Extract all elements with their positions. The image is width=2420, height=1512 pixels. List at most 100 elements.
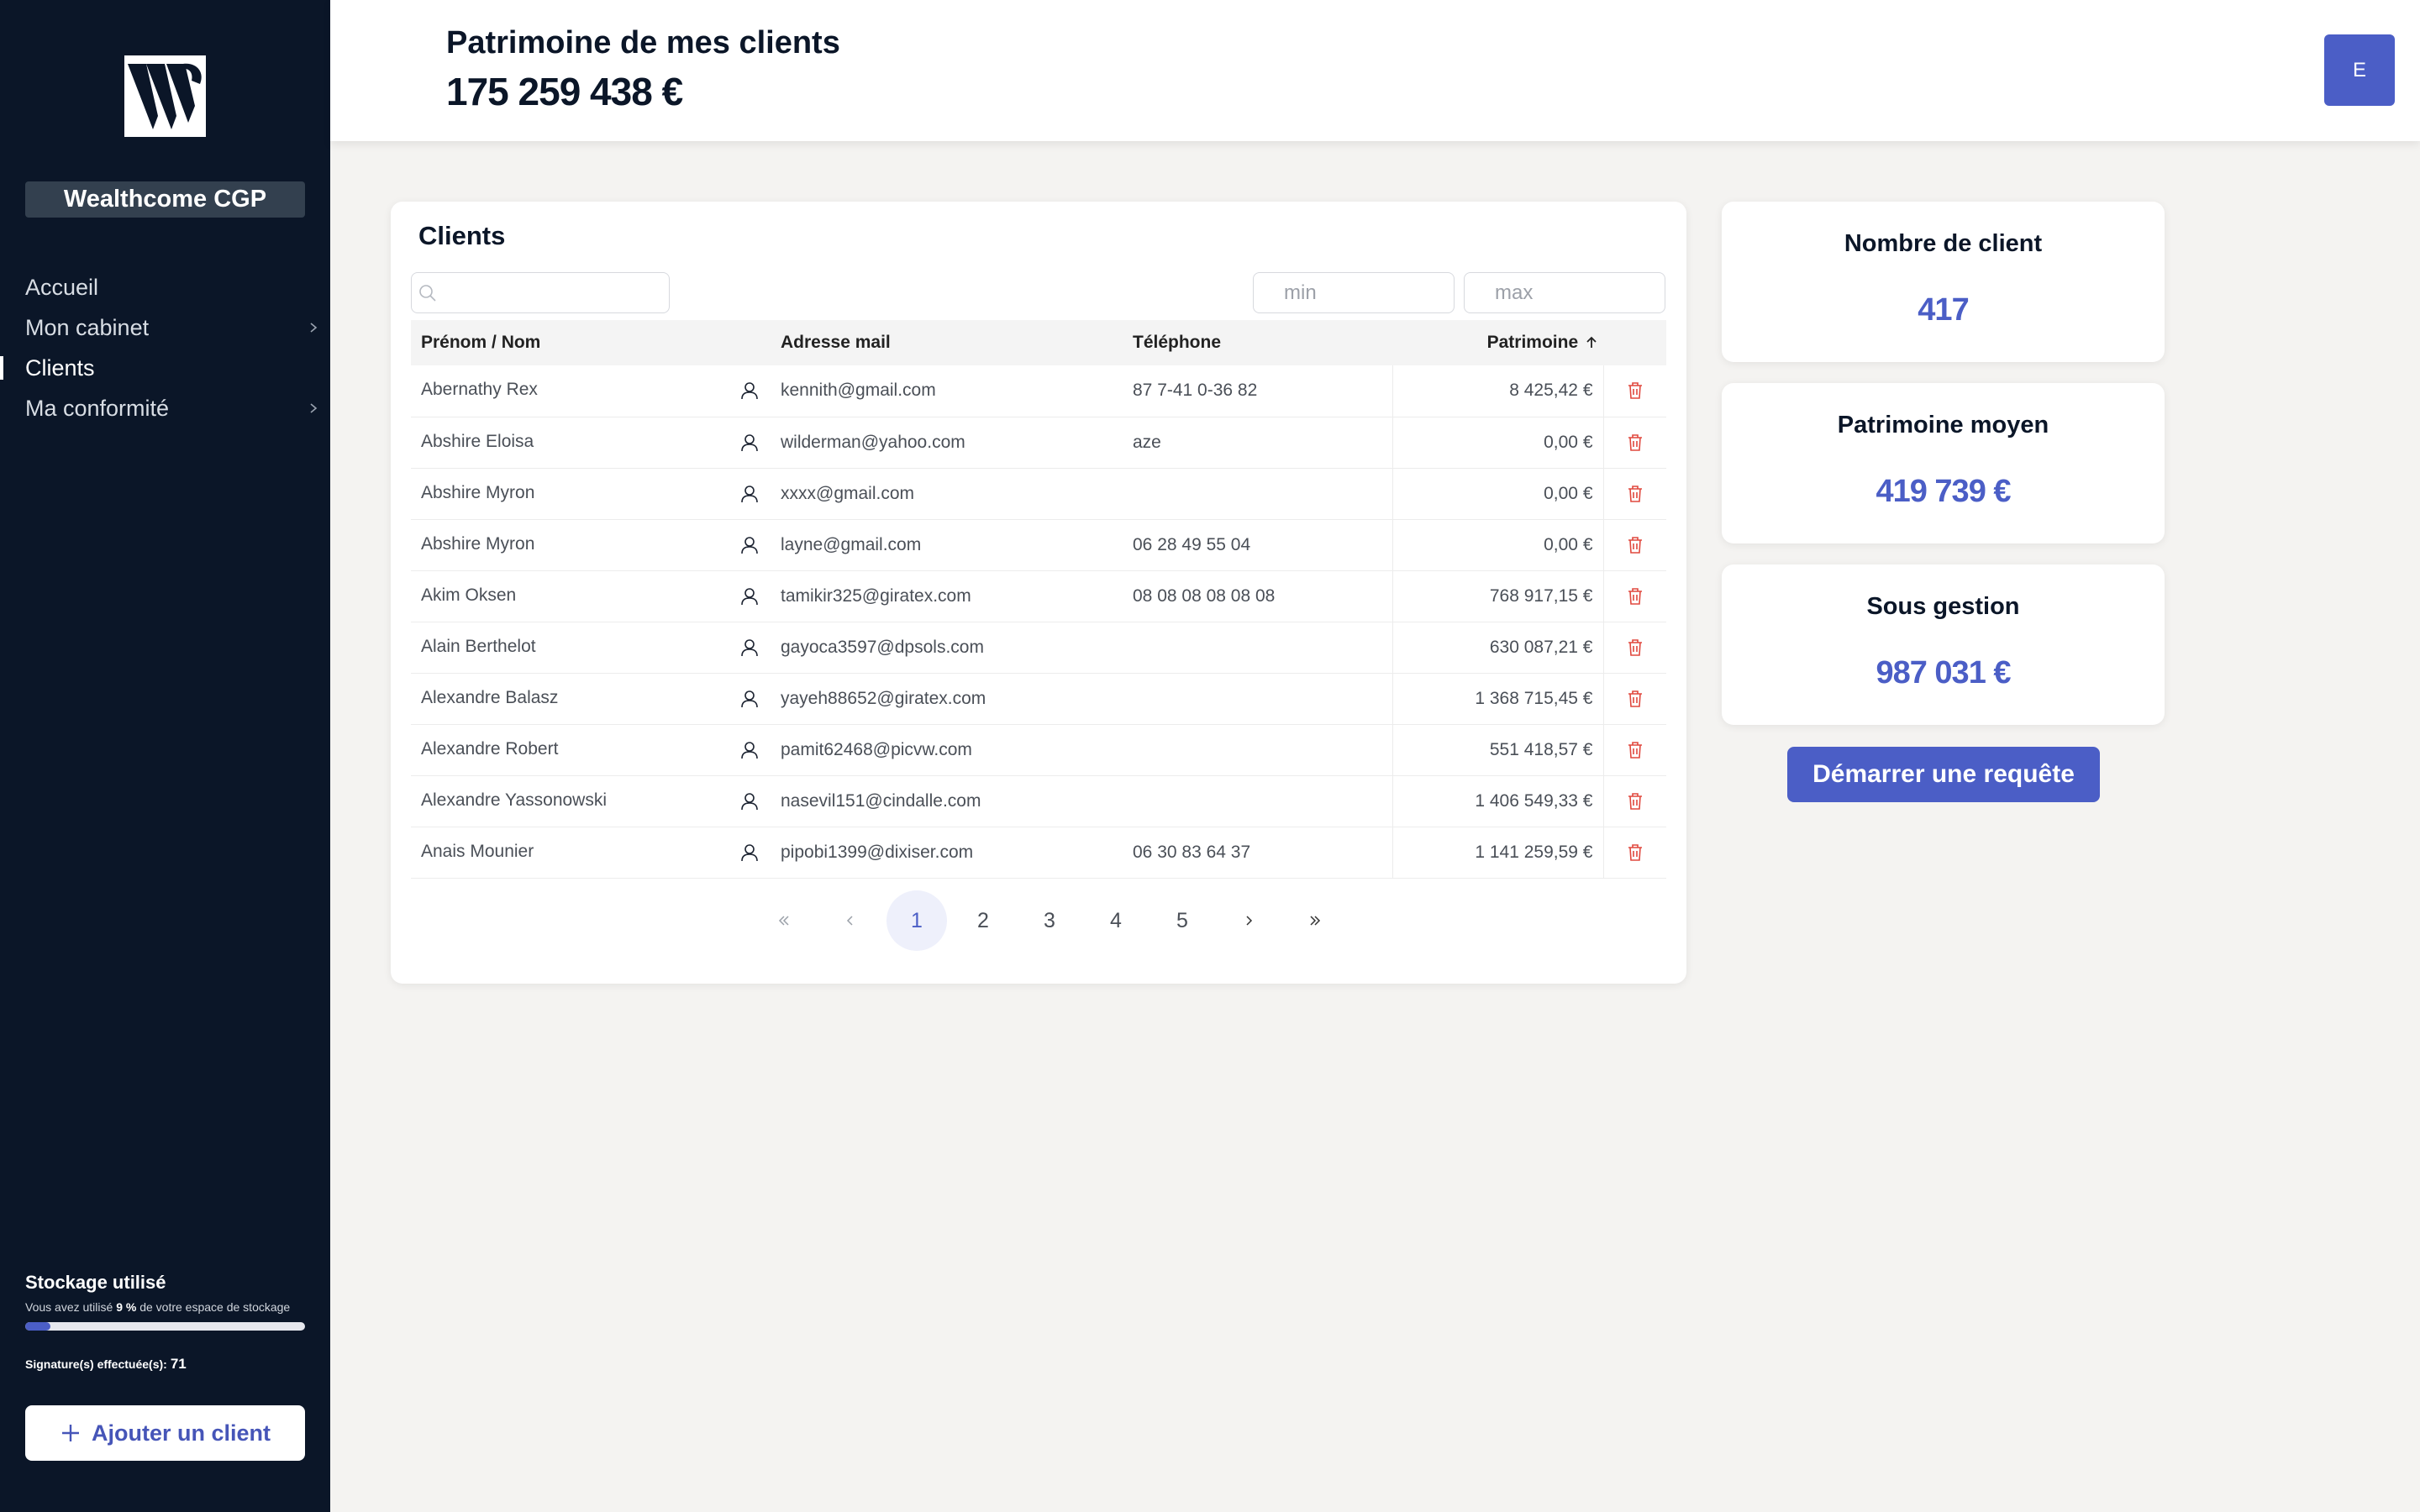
column-header-patrimoine-label: Patrimoine <box>1486 333 1579 352</box>
sidebar-item-accueil[interactable]: Accueil <box>0 267 330 307</box>
column-header-patrimoine[interactable]: Patrimoine <box>1392 320 1603 365</box>
stat-card-under-management: Sous gestion 987 031 € <box>1722 564 2165 725</box>
column-header-name[interactable]: Prénom / Nom <box>411 320 729 365</box>
client-patrimoine: 1 406 549,33 € <box>1392 775 1604 827</box>
table-row[interactable]: Alain Berthelot gayoca3597@dpsols.com 630 … <box>411 622 1666 673</box>
client-name[interactable]: Abshire Myron <box>411 468 729 519</box>
page-header: Patrimoine de mes clients 175 259 438 € … <box>330 0 2420 141</box>
search-field[interactable] <box>411 272 670 313</box>
page-button[interactable]: 1 <box>886 890 947 951</box>
start-request-button[interactable]: Démarrer une requête <box>1787 747 2100 802</box>
trash-icon[interactable] <box>1603 775 1666 827</box>
page-button[interactable]: 3 <box>1019 890 1080 951</box>
client-phone <box>1123 724 1393 775</box>
client-name[interactable]: Abshire Myron <box>411 519 729 570</box>
client-name[interactable]: Alexandre Balasz <box>411 673 729 724</box>
table-row[interactable]: Abshire Myron layne@gmail.com 06 28 49 55 … <box>411 519 1666 570</box>
table-row[interactable]: Anais Mounier pipobi1399@dixiser.com 06 30… <box>411 827 1666 878</box>
stat-label: Nombre de client <box>1844 230 2043 257</box>
avatar[interactable]: E <box>2324 34 2395 106</box>
user-icon[interactable] <box>729 673 771 724</box>
user-icon[interactable] <box>729 365 771 417</box>
page-button[interactable]: 2 <box>953 890 1013 951</box>
trash-icon[interactable] <box>1603 827 1666 878</box>
trash-icon[interactable] <box>1603 468 1666 519</box>
client-name[interactable]: Abshire Eloisa <box>411 417 729 468</box>
column-header-email[interactable]: Adresse mail <box>771 320 1123 365</box>
user-icon[interactable] <box>729 417 771 468</box>
client-name[interactable]: Alain Berthelot <box>411 622 729 673</box>
client-email: kennith@gmail.com <box>781 381 936 401</box>
sidebar-item-mon-cabinet[interactable]: Mon cabinet <box>0 307 330 348</box>
plus-icon <box>61 1425 79 1441</box>
chevron-right-icon <box>305 388 322 428</box>
user-icon[interactable] <box>729 827 771 878</box>
chevron-right-icon <box>1246 916 1253 926</box>
sidebar-item-label: Mon cabinet <box>25 315 150 340</box>
user-icon[interactable] <box>729 519 771 570</box>
trash-icon[interactable] <box>1603 417 1666 468</box>
stat-card-average-patrimoine: Patrimoine moyen 419 739 € <box>1722 383 2165 543</box>
table-header-row: Prénom / Nom Adresse mail Téléphone Patr… <box>411 320 1666 365</box>
w-logo-icon[interactable] <box>124 55 206 137</box>
add-client-button[interactable]: Ajouter un client <box>25 1405 305 1461</box>
table-row[interactable]: Alexandre Robert pamit62468@picvw.com 551 … <box>411 724 1666 775</box>
storage-title: Stockage utilisé <box>25 1272 166 1293</box>
stat-value: 417 <box>1918 292 1969 328</box>
table-row[interactable]: Abshire Myron xxxx@gmail.com 0,00 € <box>411 468 1666 519</box>
previous-page-button[interactable] <box>820 890 881 951</box>
storage-desc-prefix: Vous avez utilisé <box>25 1300 113 1314</box>
client-name[interactable]: Alexandre Robert <box>411 724 729 775</box>
sidebar-item-ma-conformite[interactable]: Ma conformité <box>0 388 330 428</box>
client-name[interactable]: Anais Mounier <box>411 827 729 878</box>
pagination: 1 2 3 4 5 <box>754 890 1351 951</box>
client-patrimoine: 0,00 € <box>1392 417 1604 468</box>
client-phone <box>1123 622 1393 673</box>
patrimoine-min-input[interactable] <box>1253 272 1455 313</box>
user-icon[interactable] <box>729 570 771 622</box>
arrow-up-icon <box>1586 337 1597 349</box>
client-email: nasevil151@cindalle.com <box>781 790 981 811</box>
trash-icon[interactable] <box>1603 365 1666 417</box>
page-button[interactable]: 4 <box>1086 890 1146 951</box>
client-name[interactable]: Akim Oksen <box>411 570 729 622</box>
total-patrimoine: 175 259 438 € <box>446 70 683 113</box>
stat-card-client-count: Nombre de client 417 <box>1722 202 2165 362</box>
client-name[interactable]: Abernathy Rex <box>411 365 729 417</box>
first-page-button[interactable] <box>754 890 814 951</box>
brand-name: Wealthcome CGP <box>25 181 305 218</box>
table-row[interactable]: Alexandre Balasz yayeh88652@giratex.com 1 … <box>411 673 1666 724</box>
user-icon[interactable] <box>729 775 771 827</box>
page-title: Patrimoine de mes clients <box>446 25 840 60</box>
client-email: wilderman@yahoo.com <box>781 432 965 452</box>
client-phone <box>1123 468 1393 519</box>
column-header-blank <box>729 320 771 365</box>
page-button[interactable]: 5 <box>1152 890 1213 951</box>
trash-icon[interactable] <box>1603 673 1666 724</box>
trash-icon[interactable] <box>1603 519 1666 570</box>
stat-value: 987 031 € <box>1876 655 2011 690</box>
column-header-phone[interactable]: Téléphone <box>1123 320 1392 365</box>
stat-label: Patrimoine moyen <box>1837 412 2049 438</box>
table-row[interactable]: Abshire Eloisa wilderman@yahoo.com aze 0,00… <box>411 417 1666 468</box>
sidebar-item-clients[interactable]: Clients <box>0 348 330 388</box>
storage-panel: Stockage utilisé Vous avez utilisé 9 % d… <box>25 1272 305 1373</box>
user-icon[interactable] <box>729 724 771 775</box>
trash-icon[interactable] <box>1603 724 1666 775</box>
client-name[interactable]: Alexandre Yassonowski <box>411 775 729 827</box>
table-row[interactable]: Alexandre Yassonowski nasevil151@cindalle… <box>411 775 1666 827</box>
client-email: layne@gmail.com <box>781 534 922 554</box>
table-row[interactable]: Akim Oksen tamikir325@giratex.com 08 08 08… <box>411 570 1666 622</box>
next-page-button[interactable] <box>1218 890 1279 951</box>
client-patrimoine: 1 141 259,59 € <box>1392 827 1604 878</box>
user-icon[interactable] <box>729 622 771 673</box>
client-phone: 06 28 49 55 04 <box>1123 519 1393 570</box>
user-icon[interactable] <box>729 468 771 519</box>
table-row[interactable]: Abernathy Rex kennith@gmail.com 87 7-41 0-… <box>411 365 1666 417</box>
last-page-button[interactable] <box>1285 890 1345 951</box>
signatures-value: 71 <box>170 1356 187 1372</box>
trash-icon[interactable] <box>1603 622 1666 673</box>
storage-progress-fill <box>25 1322 50 1331</box>
patrimoine-max-input[interactable] <box>1464 272 1665 313</box>
trash-icon[interactable] <box>1603 570 1666 622</box>
